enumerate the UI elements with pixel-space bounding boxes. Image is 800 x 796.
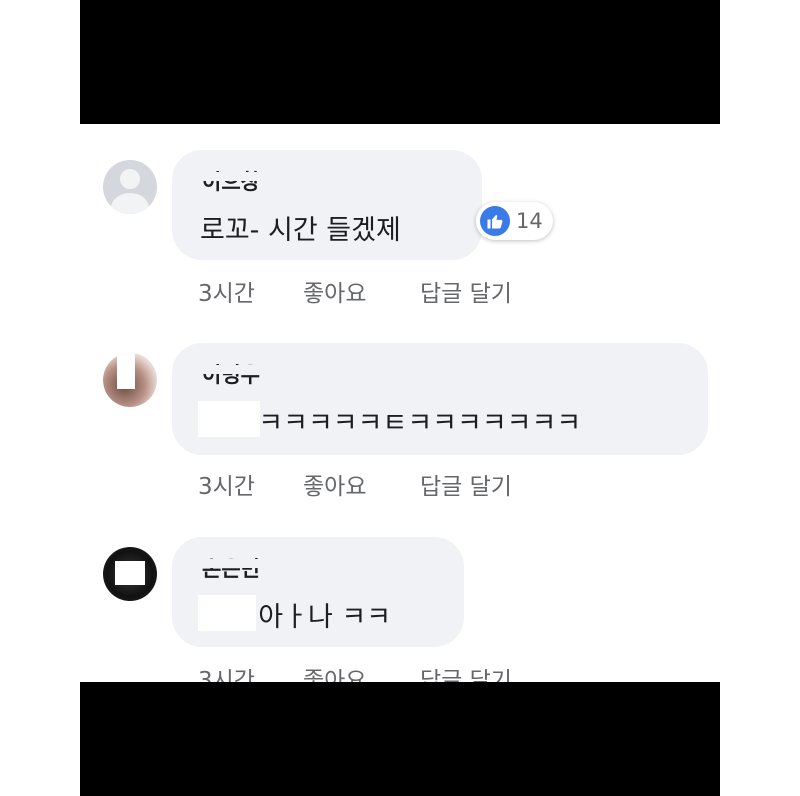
redaction-bar-top (80, 0, 720, 124)
user-avatar[interactable] (103, 547, 157, 601)
screenshot-page: 이으창 로꼬- 시간 들겠제 14 3시간 좋아요 답글 달기 이병우 ㅋㅋㅋㅋ… (0, 0, 800, 796)
text-redaction (198, 595, 256, 631)
comment-bubble: 이병우 ㄷㄱ ㅋㅋㅋㅋㅋㅌㅋㅋㅋㅋㅋㅋㅋ (172, 343, 708, 455)
comment-time[interactable]: 3시간 (198, 274, 255, 308)
author-redaction (198, 172, 283, 181)
comment-author[interactable]: 이병우 (202, 359, 260, 389)
thumbs-up-icon (480, 206, 510, 236)
reply-button[interactable]: 답글 달기 (420, 467, 512, 501)
comment-bubble: 이으창 로꼬- 시간 들겠제 (172, 150, 482, 260)
comment-text-body: 아ㅏ나 ㅋㅋ (258, 602, 392, 633)
user-avatar[interactable] (103, 353, 157, 407)
comment-author[interactable]: 이으창 (202, 166, 260, 196)
like-button[interactable]: 좋아요 (303, 274, 366, 308)
redaction-bar-bottom (80, 682, 720, 796)
avatar-head-shape (120, 169, 140, 189)
like-button[interactable]: 좋아요 (303, 467, 366, 501)
avatar-redaction (115, 561, 145, 585)
comment-text-body: ㅋㅋㅋㅋㅋㅌㅋㅋㅋㅋㅋㅋㅋ (258, 408, 582, 439)
like-count: 14 (516, 209, 543, 233)
reply-button[interactable]: 답글 달기 (420, 274, 512, 308)
text-redaction (198, 401, 260, 437)
comment-text: 로꼬- 시간 들겠제 (200, 215, 401, 246)
avatar-body-shape (111, 193, 149, 214)
comment-bubble: 손은빈 기ㄷ 아ㅏ나 ㅋㅋ (172, 537, 464, 647)
reaction-count-badge[interactable]: 14 (476, 202, 553, 240)
avatar-redaction (117, 353, 135, 389)
default-avatar-icon[interactable] (103, 160, 157, 214)
author-redaction (198, 559, 283, 568)
comment-time[interactable]: 3시간 (198, 467, 255, 501)
author-redaction (198, 365, 283, 374)
comment-author[interactable]: 손은빈 (202, 553, 260, 583)
